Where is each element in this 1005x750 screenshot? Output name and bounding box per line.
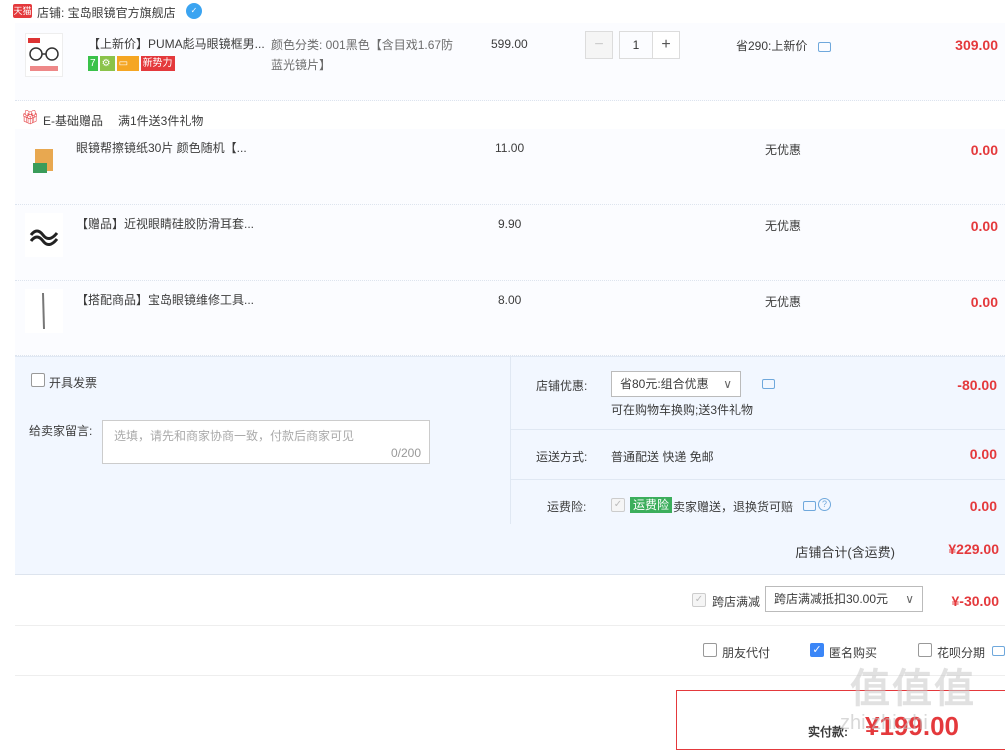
chat-icon[interactable] bbox=[818, 42, 831, 52]
gift-row: 【搭配商品】宝岛眼镜维修工具... 8.00 无优惠 0.00 bbox=[15, 281, 1005, 356]
decrease-button[interactable]: − bbox=[585, 31, 613, 59]
chat-icon[interactable] bbox=[762, 379, 775, 389]
friend-pay-checkbox[interactable] bbox=[703, 643, 717, 657]
watermark-text: zhi.zhi.zhi bbox=[840, 712, 928, 734]
quantity-input[interactable]: 1 bbox=[619, 31, 653, 59]
shop-discount-select[interactable]: 省80元:组合优惠 ∨ bbox=[611, 371, 741, 397]
panel-right: 店铺优惠: 省80元:组合优惠 ∨ 可在购物车换购;送3件礼物 -80.00 运… bbox=[510, 357, 1005, 525]
service-tags: 7 ⚙ ▭ 新势力 bbox=[88, 55, 177, 71]
shop-total-bar: 店铺合计(含运费) ¥229.00 bbox=[15, 524, 1005, 575]
chat-icon[interactable] bbox=[992, 646, 1005, 656]
message-counter: 0/200 bbox=[390, 446, 421, 460]
gift-price: 9.90 bbox=[498, 217, 522, 231]
gift-title[interactable]: 【搭配商品】宝岛眼镜维修工具... bbox=[76, 291, 266, 309]
order-options-panel: 开具发票 给卖家留言: 选填，请先和商家协商一致，付款后商家可见 0/200 店… bbox=[15, 356, 1005, 525]
chat-icon[interactable] bbox=[803, 501, 816, 511]
gift-row: 眼镜帮擦镜纸30片 颜色随机【... 11.00 无优惠 0.00 bbox=[15, 129, 1005, 205]
gift-promo: 无优惠 bbox=[765, 143, 802, 157]
huabei-checkbox[interactable] bbox=[918, 643, 932, 657]
gift-thumbnail[interactable] bbox=[25, 289, 63, 333]
invoice-label: 开具发票 bbox=[49, 376, 98, 390]
chevron-down-icon: ∨ bbox=[905, 592, 914, 606]
item-total: 309.00 bbox=[955, 37, 998, 53]
gift-title[interactable]: 眼镜帮擦镜纸30片 颜色随机【... bbox=[76, 139, 266, 157]
insurance-checkbox[interactable]: ✓ bbox=[611, 498, 625, 512]
gift-total: 0.00 bbox=[970, 142, 998, 158]
insurance-text: 卖家赠送，退换货可赔 bbox=[673, 500, 794, 514]
gift-price: 8.00 bbox=[498, 293, 522, 307]
message-placeholder: 选填，请先和商家协商一致，付款后商家可见 bbox=[114, 429, 355, 443]
invoice-checkbox[interactable] bbox=[31, 373, 45, 387]
sku-info: 颜色分类: 001黑色【含目戏1.67防蓝光镜片】 bbox=[271, 38, 454, 72]
tag-card-icon: ▭ bbox=[116, 56, 139, 71]
watermark-logo: 值值值 bbox=[850, 667, 976, 711]
gift-price: 11.00 bbox=[495, 141, 525, 155]
shop-discount-label: 店铺优惠: bbox=[536, 379, 588, 393]
promo-text: 省290:上新价 bbox=[736, 39, 808, 53]
gift-header: 🎁︎ E-基础赠品 满1件送3件礼物 bbox=[15, 107, 1005, 129]
product-title[interactable]: 【上新价】PUMA彪马眼镜框男... bbox=[88, 35, 268, 53]
anonymous-checkbox[interactable]: ✓ bbox=[810, 643, 824, 657]
tag-quality-icon: ⚙ bbox=[99, 56, 115, 71]
shop-discount-value: 省80元:组合优惠 bbox=[620, 377, 709, 391]
shop-discount-amount: -80.00 bbox=[957, 377, 997, 393]
tag-new-badge: 新势力 bbox=[140, 56, 175, 71]
message-label: 给卖家留言: bbox=[29, 424, 93, 438]
cross-store-label: 跨店满减 bbox=[712, 595, 761, 609]
insurance-badge: 运费险 bbox=[630, 497, 673, 513]
shop-name[interactable]: 店铺: 宝岛眼镜官方旗舰店 bbox=[37, 4, 176, 21]
divider bbox=[511, 429, 1005, 430]
gift-row: 【赠品】近视眼睛硅胶防滑耳套... 9.90 无优惠 0.00 bbox=[15, 205, 1005, 281]
gift-total: 0.00 bbox=[970, 294, 998, 310]
shipping-value: 普通配送 快递 免邮 bbox=[611, 450, 714, 464]
item-row-main: 【上新价】PUMA彪马眼镜框男... 7 ⚙ ▭ 新势力 颜色分类: 001黑色【含目… bbox=[15, 23, 1005, 101]
cross-store-bar: ✓ 跨店满减 跨店满减抵扣30.00元 ∨ ¥-30.00 bbox=[15, 576, 1005, 626]
cross-store-select[interactable]: 跨店满减抵扣30.00元 ∨ bbox=[765, 586, 923, 612]
gift-title[interactable]: 【赠品】近视眼睛硅胶防滑耳套... bbox=[76, 215, 266, 233]
unit-price: 599.00 bbox=[491, 37, 528, 51]
help-icon[interactable]: ? bbox=[818, 498, 831, 511]
gift-promo: 无优惠 bbox=[765, 219, 802, 233]
cross-store-checkbox[interactable]: ✓ bbox=[692, 593, 706, 607]
gift-label: E-基础赠品 bbox=[43, 114, 104, 128]
tmall-badge: 天猫 bbox=[13, 4, 32, 18]
shipping-label: 运送方式: bbox=[536, 450, 588, 464]
chevron-down-icon: ∨ bbox=[723, 377, 732, 391]
quantity-stepper: − 1 + bbox=[585, 31, 681, 59]
divider bbox=[511, 479, 1005, 480]
product-thumbnail[interactable] bbox=[25, 33, 63, 77]
cross-store-amount: ¥-30.00 bbox=[951, 593, 999, 609]
gift-icon: 🎁︎ bbox=[21, 109, 39, 125]
shop-total-amount: ¥229.00 bbox=[948, 541, 999, 557]
gift-total: 0.00 bbox=[970, 218, 998, 234]
gift-thumbnail[interactable] bbox=[25, 213, 63, 257]
gift-rule: 满1件送3件礼物 bbox=[118, 114, 204, 128]
insurance-amount: 0.00 bbox=[969, 498, 997, 514]
shop-header: 天猫 店铺: 宝岛眼镜官方旗舰店 ✓ bbox=[0, 0, 1005, 23]
gift-promo: 无优惠 bbox=[765, 295, 802, 309]
shop-total-label: 店铺合计(含运费) bbox=[795, 545, 895, 560]
panel-left: 开具发票 给卖家留言: 选填，请先和商家协商一致，付款后商家可见 0/200 bbox=[15, 357, 510, 525]
gift-thumbnail[interactable] bbox=[25, 137, 63, 181]
increase-button[interactable]: + bbox=[652, 31, 680, 59]
friend-pay-label: 朋友代付 bbox=[722, 646, 771, 660]
wangwang-chat-icon[interactable]: ✓ bbox=[186, 3, 202, 19]
insurance-label: 运费险: bbox=[547, 500, 587, 514]
tag-7day-icon: 7 bbox=[88, 56, 98, 71]
shop-discount-note: 可在购物车换购;送3件礼物 bbox=[611, 403, 754, 417]
cross-store-value: 跨店满减抵扣30.00元 bbox=[774, 592, 889, 606]
message-input[interactable]: 选填，请先和商家协商一致，付款后商家可见 0/200 bbox=[102, 420, 430, 464]
shipping-amount: 0.00 bbox=[969, 446, 997, 462]
